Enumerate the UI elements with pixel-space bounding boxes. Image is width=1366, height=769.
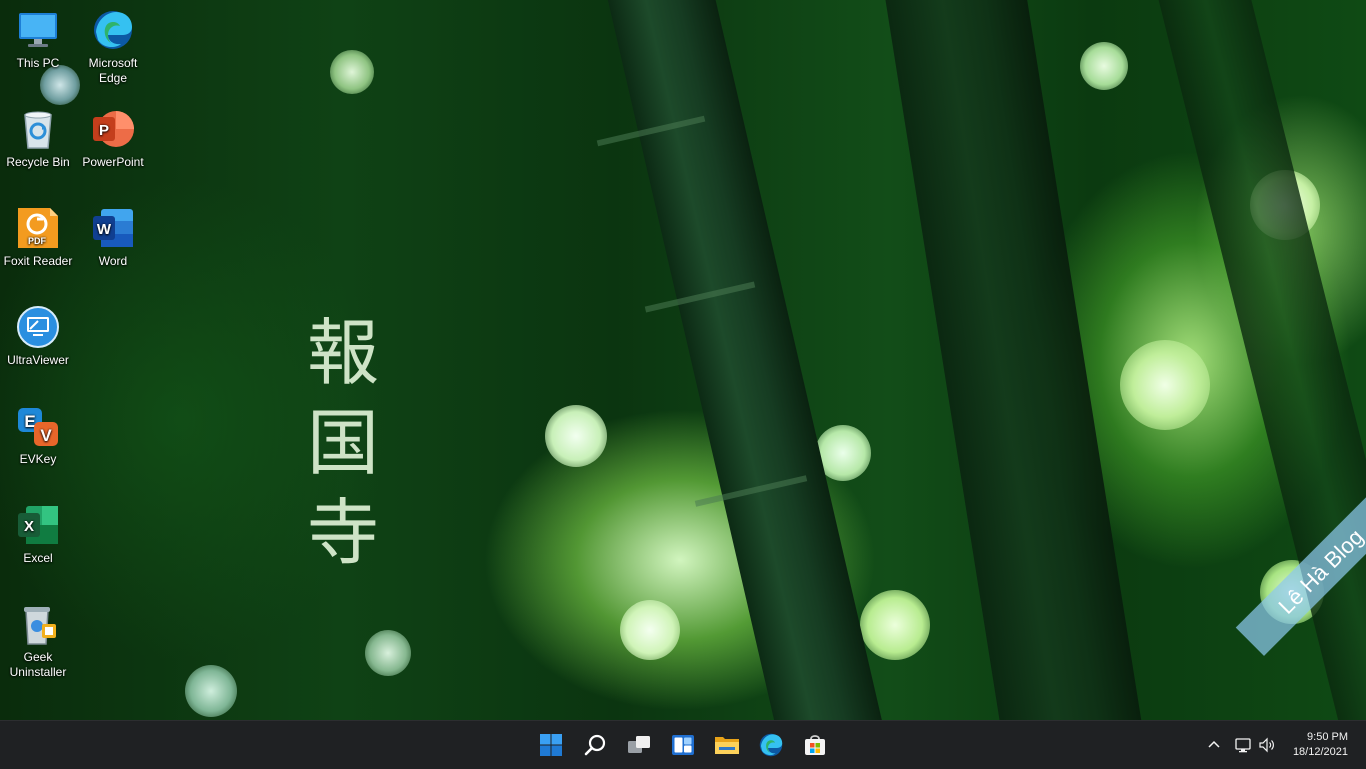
taskbar-task-view-button[interactable]: [623, 729, 655, 761]
desktop-icon-geek-uninstaller[interactable]: Geek Uninstaller: [0, 596, 76, 688]
svg-text:P: P: [99, 122, 109, 139]
chevron-up-icon: [1208, 740, 1220, 748]
evkey-icon: E V: [16, 404, 60, 448]
desktop-icon-label: EVKey: [19, 452, 57, 466]
taskbar-clock[interactable]: 9:50 PM 18/12/2021: [1293, 730, 1348, 760]
system-tray: 9:50 PM 18/12/2021: [1200, 721, 1366, 769]
powerpoint-icon: P: [91, 107, 135, 151]
bokeh-light: [330, 50, 374, 94]
network-status-button[interactable]: [1234, 736, 1252, 754]
bokeh-light: [860, 590, 930, 660]
clock-time: 9:50 PM: [1307, 731, 1348, 743]
svg-text:V: V: [40, 426, 52, 445]
volume-button[interactable]: [1258, 736, 1276, 754]
svg-text:W: W: [97, 221, 112, 238]
desktop-icon-excel[interactable]: X Excel: [0, 497, 76, 589]
bokeh-light: [620, 600, 680, 660]
taskbar-edge-button[interactable]: [755, 729, 787, 761]
geek-uninstaller-icon: [16, 602, 60, 646]
desktop-icon-foxit-reader[interactable]: PDF Foxit Reader: [0, 200, 76, 292]
desktop-icon-word[interactable]: W Word: [75, 200, 151, 292]
task-view-icon: [628, 736, 650, 753]
desktop-icon-label: Microsoft Edge: [88, 56, 138, 85]
taskbar-store-button[interactable]: [799, 729, 831, 761]
foxit-pdf-icon: PDF: [16, 206, 60, 250]
taskbar: 9:50 PM 18/12/2021: [0, 720, 1366, 769]
svg-text:PDF: PDF: [28, 236, 47, 246]
calligraphy-char: 報: [306, 311, 379, 395]
bokeh-light: [185, 665, 237, 717]
svg-text:X: X: [24, 518, 34, 535]
desktop-icon-label: Excel: [23, 551, 53, 565]
taskbar-search-button[interactable]: [579, 729, 611, 761]
word-icon: W: [91, 206, 135, 250]
bokeh-light: [545, 405, 607, 467]
bokeh-light: [1120, 340, 1210, 430]
taskbar-widgets-button[interactable]: [667, 729, 699, 761]
network-icon: [1235, 738, 1251, 753]
taskbar-start-button[interactable]: [535, 729, 567, 761]
desktop-icon-label: This PC: [16, 56, 60, 70]
svg-text:E: E: [24, 412, 35, 431]
desktop-wallpaper: 報 国 寺: [0, 0, 1366, 720]
search-icon: [584, 734, 606, 756]
calligraphy-char: 寺: [306, 491, 379, 575]
desktop-icon-label: Foxit Reader: [3, 254, 73, 268]
desktop-icon-label: Geek Uninstaller: [9, 650, 67, 679]
edge-icon: [91, 8, 135, 52]
desktop-icon-recycle-bin[interactable]: Recycle Bin: [0, 101, 76, 193]
bokeh-light: [1080, 42, 1128, 90]
widgets-icon: [672, 735, 694, 755]
store-icon: [805, 735, 825, 755]
wallpaper-calligraphy: 報 国 寺: [298, 308, 388, 578]
windows-start-icon: [540, 734, 562, 756]
excel-icon: X: [16, 503, 60, 547]
taskbar-file-explorer-button[interactable]: [711, 729, 743, 761]
calligraphy-char: 国: [306, 401, 379, 485]
monitor-icon: [16, 8, 60, 52]
volume-icon: [1259, 737, 1274, 753]
folder-icon: [715, 737, 739, 754]
desktop-icon-ultraviewer[interactable]: UltraViewer: [0, 299, 76, 391]
desktop-icon-label: UltraViewer: [7, 353, 69, 367]
edge-icon: [759, 733, 783, 757]
recycle-bin-icon: [16, 107, 60, 151]
desktop-icon-this-pc[interactable]: This PC: [0, 2, 76, 94]
show-hidden-icons-button[interactable]: [1206, 737, 1222, 753]
ultraviewer-icon: [16, 305, 60, 349]
desktop-icon-evkey[interactable]: E V EVKey: [0, 398, 76, 490]
desktop-icon-microsoft-edge[interactable]: Microsoft Edge: [75, 2, 151, 94]
desktop-icon-powerpoint[interactable]: P PowerPoint: [75, 101, 151, 193]
desktop-icon-label: Word: [98, 254, 128, 268]
clock-date: 18/12/2021: [1292, 746, 1348, 758]
desktop-icon-label: PowerPoint: [82, 155, 144, 169]
bokeh-light: [365, 630, 411, 676]
desktop-icon-label: Recycle Bin: [6, 155, 70, 169]
